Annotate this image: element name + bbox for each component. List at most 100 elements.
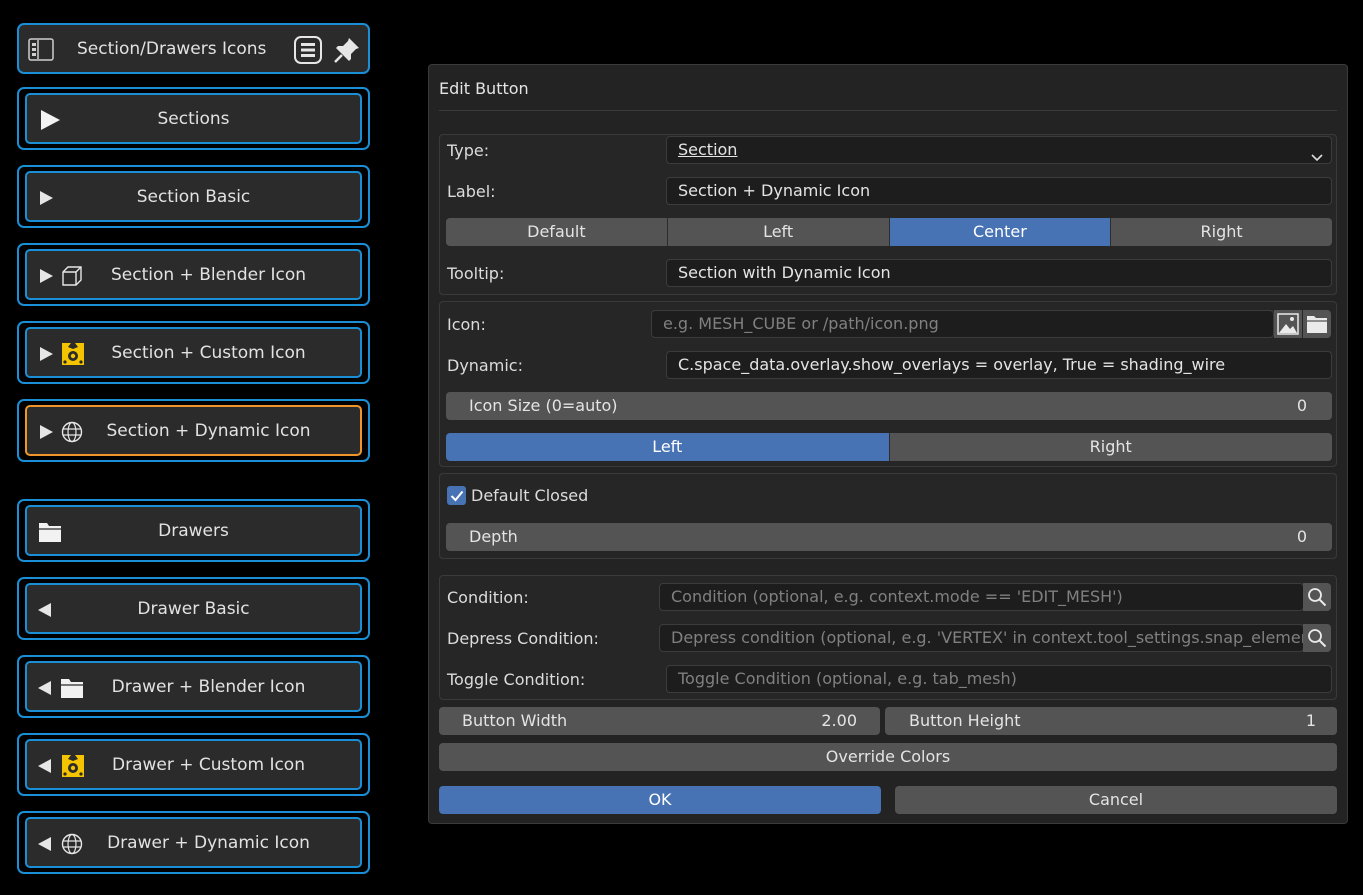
- custom-yellow-icon: [61, 754, 85, 778]
- edit-button-dialog: Edit Button Type: Section Label: Section…: [428, 64, 1348, 824]
- play-icon: [38, 346, 54, 362]
- button-height-value: 1: [1305, 711, 1316, 730]
- section-basic-button[interactable]: Section Basic: [17, 165, 370, 228]
- dynamic-label: Dynamic:: [447, 356, 523, 375]
- type-label: Type:: [447, 141, 490, 160]
- button-width-label: Button Width: [462, 711, 568, 730]
- depress-condition-label: Depress Condition:: [447, 629, 599, 648]
- button-label: Section Basic: [136, 186, 251, 207]
- play-icon: [38, 268, 54, 284]
- condition-input[interactable]: Condition (optional, e.g. context.mode =…: [659, 583, 1304, 611]
- icon-size-value: 0: [1296, 396, 1307, 415]
- condition-search-button[interactable]: [1303, 583, 1331, 611]
- search-icon: [1308, 629, 1327, 648]
- triangle-left-icon: [37, 836, 53, 852]
- panel-header: Section/Drawers Icons: [17, 23, 370, 74]
- sections-header-button[interactable]: Sections: [17, 87, 370, 150]
- checkmark-icon: [450, 490, 463, 501]
- sidebar-panel-icon[interactable]: [28, 38, 54, 61]
- ok-button[interactable]: OK: [439, 786, 881, 814]
- folder-icon: [1307, 316, 1327, 333]
- align-default-option[interactable]: Default: [446, 218, 668, 246]
- button-label: Drawer + Dynamic Icon: [107, 832, 310, 853]
- button-label: Drawer + Custom Icon: [112, 754, 305, 775]
- section-blender-icon-button[interactable]: Section + Blender Icon: [17, 243, 370, 306]
- play-icon: [39, 109, 61, 131]
- tooltip-label: Tooltip:: [447, 264, 505, 283]
- search-icon: [1308, 588, 1327, 607]
- icon-side-right-option[interactable]: Right: [889, 433, 1332, 461]
- icon-size-slider[interactable]: Icon Size (0=auto) 0: [446, 392, 1332, 420]
- tooltip-input[interactable]: Section with Dynamic Icon: [666, 259, 1332, 287]
- folder-icon: [38, 521, 62, 543]
- toggle-condition-input[interactable]: Toggle Condition (optional, e.g. tab_mes…: [666, 665, 1332, 693]
- button-height-slider[interactable]: Button Height 1: [885, 707, 1337, 735]
- button-height-label: Button Height: [909, 711, 1021, 730]
- pin-icon[interactable]: [332, 35, 362, 65]
- icon-input[interactable]: e.g. MESH_CUBE or /path/icon.png: [651, 310, 1274, 338]
- align-center-option[interactable]: Center: [889, 218, 1112, 246]
- globe-icon: [61, 833, 83, 855]
- depress-search-button[interactable]: [1303, 624, 1331, 652]
- conditions-box: Condition: Condition (optional, e.g. con…: [439, 575, 1337, 700]
- globe-icon: [61, 421, 83, 443]
- custom-yellow-icon: [61, 342, 85, 366]
- align-left-option[interactable]: Left: [667, 218, 890, 246]
- dynamic-input[interactable]: C.space_data.overlay.show_overlays = ove…: [666, 351, 1332, 379]
- override-colors-button[interactable]: Override Colors: [439, 743, 1337, 771]
- drawers-header-button[interactable]: Drawers: [17, 499, 370, 562]
- play-icon: [38, 190, 54, 206]
- drawer-basic-button[interactable]: Drawer Basic: [17, 577, 370, 640]
- icon-side-left-option[interactable]: Left: [446, 433, 890, 461]
- dialog-title: Edit Button: [439, 79, 529, 98]
- image-icon: [1277, 313, 1299, 335]
- chevron-down-icon: [1311, 145, 1323, 163]
- label-input[interactable]: Section + Dynamic Icon: [666, 177, 1332, 205]
- type-value: Section: [678, 140, 738, 159]
- default-closed-checkbox[interactable]: [447, 486, 466, 505]
- drawer-blender-icon-button[interactable]: Drawer + Blender Icon: [17, 655, 370, 718]
- button-label: Drawer + Blender Icon: [111, 676, 306, 697]
- icon-settings-box: Icon: e.g. MESH_CUBE or /path/icon.png D…: [439, 301, 1337, 467]
- button-label: Drawer Basic: [137, 598, 250, 619]
- toggle-condition-label: Toggle Condition:: [447, 670, 586, 689]
- button-label: Section + Dynamic Icon: [106, 420, 311, 441]
- folder-browse-button[interactable]: [1303, 310, 1331, 338]
- title-divider: [439, 110, 1337, 111]
- default-closed-label[interactable]: Default Closed: [471, 486, 588, 505]
- button-width-slider[interactable]: Button Width 2.00: [439, 707, 880, 735]
- closed-depth-box: Default Closed Depth 0: [439, 473, 1337, 559]
- drawer-dynamic-icon-button[interactable]: Drawer + Dynamic Icon: [17, 811, 370, 874]
- image-browse-button[interactable]: [1274, 310, 1302, 338]
- list-menu-icon[interactable]: [294, 36, 322, 64]
- type-dropdown[interactable]: Section: [666, 136, 1332, 164]
- label-label: Label:: [447, 182, 496, 201]
- triangle-left-icon: [37, 758, 53, 774]
- triangle-left-icon: [37, 602, 53, 618]
- cube-icon: [61, 265, 83, 287]
- cancel-button[interactable]: Cancel: [895, 786, 1337, 814]
- button-label: Section + Blender Icon: [110, 264, 306, 285]
- button-label: Drawers: [158, 520, 229, 541]
- drawer-custom-icon-button[interactable]: Drawer + Custom Icon: [17, 733, 370, 796]
- condition-label: Condition:: [447, 588, 529, 607]
- play-icon: [38, 424, 54, 440]
- button-width-value: 2.00: [821, 711, 857, 730]
- button-label: Sections: [157, 108, 230, 129]
- folder-icon: [60, 677, 84, 699]
- align-right-option[interactable]: Right: [1111, 218, 1332, 246]
- icon-side-selector: Left Right: [446, 433, 1332, 461]
- section-dynamic-icon-button[interactable]: Section + Dynamic Icon: [17, 399, 370, 462]
- triangle-left-icon: [37, 680, 53, 696]
- depth-value: 0: [1296, 527, 1307, 546]
- depth-label: Depth: [469, 527, 518, 546]
- icon-size-label: Icon Size (0=auto): [469, 396, 618, 415]
- section-custom-icon-button[interactable]: Section + Custom Icon: [17, 321, 370, 384]
- depth-slider[interactable]: Depth 0: [446, 523, 1332, 551]
- basic-settings-box: Type: Section Label: Section + Dynamic I…: [439, 134, 1337, 295]
- panel-header-title: Section/Drawers Icons: [77, 38, 267, 59]
- text-align-selector: Default Left Center Right: [446, 218, 1332, 246]
- depress-condition-input[interactable]: Depress condition (optional, e.g. 'VERTE…: [659, 624, 1304, 652]
- button-label: Section + Custom Icon: [111, 342, 306, 363]
- icon-label: Icon:: [447, 315, 486, 334]
